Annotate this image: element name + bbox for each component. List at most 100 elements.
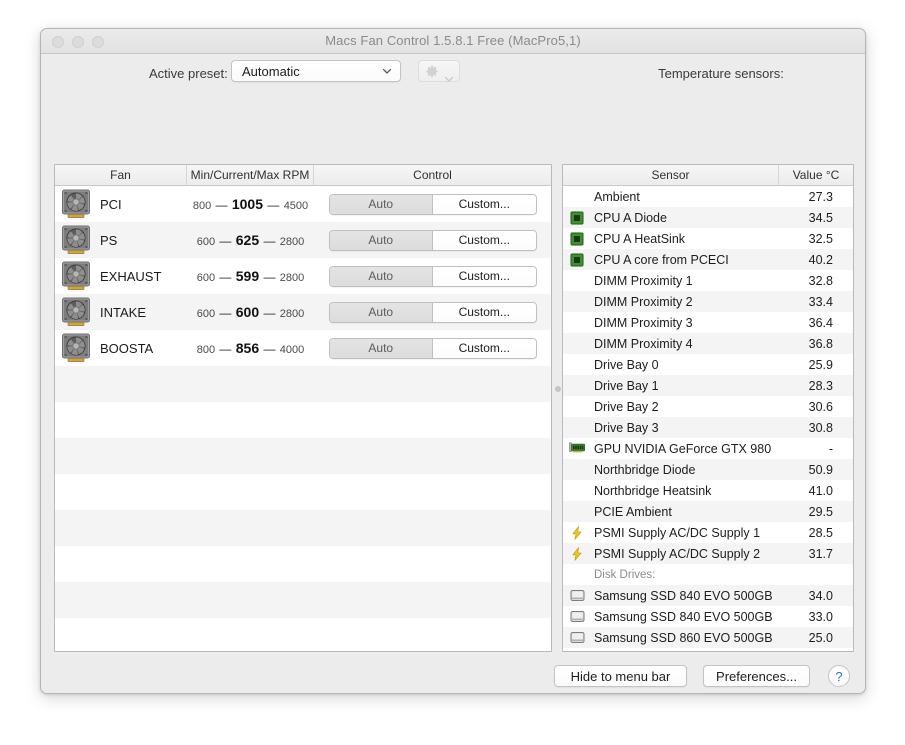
sensor-row[interactable]: Drive Bay 1 28.3 bbox=[563, 375, 853, 396]
sensor-name-cell: Drive Bay 0 bbox=[563, 357, 779, 372]
fan-custom-button[interactable]: Custom... bbox=[433, 302, 536, 322]
sensor-row[interactable]: GPU NVIDIA GeForce GTX 980 - bbox=[563, 438, 853, 459]
sensor-value: 36.4 bbox=[808, 315, 833, 330]
sensor-row[interactable]: DIMM Proximity 3 36.4 bbox=[563, 312, 853, 333]
sensor-value: 30.8 bbox=[808, 420, 833, 435]
fan-max-rpm: 2800 bbox=[279, 236, 305, 248]
active-preset-label: Active preset: bbox=[149, 66, 228, 81]
fan-row[interactable]: PS 600 — 625 — 2800 Auto Custom... bbox=[55, 222, 551, 258]
sensor-name-cell: PSMI Supply AC/DC Supply 1 bbox=[563, 525, 779, 540]
preferences-button[interactable]: Preferences... bbox=[703, 665, 810, 687]
fan-row[interactable]: BOOSTA 800 — 856 — 4000 Auto Custom... bbox=[55, 330, 551, 366]
sensor-row[interactable]: Northbridge Heatsink 41.0 bbox=[563, 480, 853, 501]
sensor-label: CPU A core from PCECI bbox=[594, 252, 729, 267]
sensor-row[interactable]: PSMI Supply AC/DC Supply 1 28.5 bbox=[563, 522, 853, 543]
fan-auto-button[interactable]: Auto bbox=[329, 194, 433, 214]
sensor-name-cell: CPU A Diode bbox=[563, 210, 779, 225]
fan-rpm-cell: 600 — 625 — 2800 bbox=[187, 232, 314, 248]
fan-custom-button[interactable]: Custom... bbox=[433, 230, 536, 250]
sensor-label: DIMM Proximity 2 bbox=[594, 294, 693, 309]
sensor-row[interactable]: Drive Bay 2 30.6 bbox=[563, 396, 853, 417]
sensor-row[interactable]: CPU A HeatSink 32.5 bbox=[563, 228, 853, 249]
sensor-row[interactable]: DIMM Proximity 4 36.8 bbox=[563, 333, 853, 354]
sensor-name-cell: Samsung SSD 860 EVO 500GB bbox=[563, 630, 779, 645]
fan-table: Fan Min/Current/Max RPM Control PCI 800 —… bbox=[54, 164, 552, 652]
fan-max-rpm: 4500 bbox=[283, 200, 309, 212]
panel-splitter[interactable] bbox=[553, 164, 562, 652]
hdd-icon bbox=[568, 651, 586, 652]
fan-auto-button[interactable]: Auto bbox=[329, 302, 433, 322]
fan-auto-button[interactable]: Auto bbox=[329, 230, 433, 250]
fan-row[interactable]: EXHAUST 600 — 599 — 2800 Auto Custom... bbox=[55, 258, 551, 294]
sensor-row[interactable]: Ambient 27.3 bbox=[563, 186, 853, 207]
sensor-value: 30.6 bbox=[808, 399, 833, 414]
fan-custom-button[interactable]: Custom... bbox=[433, 194, 536, 214]
sensor-row[interactable]: PCIE Ambient 29.5 bbox=[563, 501, 853, 522]
fan-min-rpm: 800 bbox=[196, 344, 216, 356]
ssd-icon bbox=[568, 630, 586, 645]
help-button[interactable]: ? bbox=[828, 665, 850, 687]
fan-min-rpm: 600 bbox=[196, 272, 216, 284]
fan-control-cell: Auto Custom... bbox=[314, 193, 551, 215]
sensor-name-cell: Northbridge Heatsink bbox=[563, 483, 779, 498]
fan-auto-button[interactable]: Auto bbox=[329, 338, 433, 358]
sensor-label: Drive Bay 1 bbox=[594, 378, 659, 393]
fan-current-rpm: 625 bbox=[235, 232, 260, 248]
fan-rpm-cell: 600 — 599 — 2800 bbox=[187, 268, 314, 284]
sensor-row[interactable]: PSMI Supply AC/DC Supply 2 31.7 bbox=[563, 543, 853, 564]
sensor-row[interactable]: DIMM Proximity 1 32.8 bbox=[563, 270, 853, 291]
power-bolt-icon bbox=[568, 546, 586, 561]
fan-mode-segmented-control[interactable]: Auto Custom... bbox=[328, 337, 537, 359]
app-window: Macs Fan Control 1.5.8.1 Free (MacPro5,1… bbox=[40, 28, 866, 694]
preset-options-button[interactable] bbox=[418, 60, 460, 82]
fan-mode-segmented-control[interactable]: Auto Custom... bbox=[328, 301, 537, 323]
fan-row[interactable]: INTAKE 600 — 600 — 2800 Auto Custom... bbox=[55, 294, 551, 330]
sensor-row[interactable]: CPU A Diode 34.5 bbox=[563, 207, 853, 228]
hide-to-menu-bar-button[interactable]: Hide to menu bar bbox=[554, 665, 687, 687]
rpm-separator: — bbox=[260, 270, 279, 284]
sensor-row[interactable]: WDC WD1001FALS-00E8B0 36.0 bbox=[563, 648, 853, 652]
fan-icon bbox=[61, 225, 91, 255]
fan-control-cell: Auto Custom... bbox=[314, 337, 551, 359]
fan-column-header-rpm[interactable]: Min/Current/Max RPM bbox=[187, 165, 314, 185]
rpm-separator: — bbox=[216, 306, 235, 320]
sensor-row[interactable]: Samsung SSD 860 EVO 500GB 25.0 bbox=[563, 627, 853, 648]
fan-icon bbox=[61, 189, 91, 219]
sensor-name-cell: Disk Drives: bbox=[563, 567, 779, 582]
sensor-label: Northbridge Diode bbox=[594, 462, 696, 477]
sensor-row[interactable]: Northbridge Diode 50.9 bbox=[563, 459, 853, 480]
fan-row-empty bbox=[55, 402, 551, 438]
fan-custom-button[interactable]: Custom... bbox=[433, 338, 536, 358]
sensor-label: PSMI Supply AC/DC Supply 1 bbox=[594, 525, 761, 540]
sensor-row-list: Ambient 27.3 CPU A Diode 34.5 CPU A HeatSink… bbox=[563, 186, 853, 652]
fan-auto-button[interactable]: Auto bbox=[329, 266, 433, 286]
fan-custom-button[interactable]: Custom... bbox=[433, 266, 536, 286]
fan-max-rpm: 2800 bbox=[279, 308, 305, 320]
sensor-row[interactable]: Drive Bay 0 25.9 bbox=[563, 354, 853, 375]
sensor-table: Sensor Value °C Ambient 27.3 CPU A Diode 34… bbox=[562, 164, 854, 652]
title-bar: Macs Fan Control 1.5.8.1 Free (MacPro5,1… bbox=[41, 29, 865, 54]
sensor-column-header-sensor[interactable]: Sensor bbox=[563, 165, 779, 185]
fan-mode-segmented-control[interactable]: Auto Custom... bbox=[328, 265, 537, 287]
window-title: Macs Fan Control 1.5.8.1 Free (MacPro5,1… bbox=[325, 33, 581, 48]
sensor-name-cell: DIMM Proximity 4 bbox=[563, 336, 779, 351]
active-preset-select[interactable]: Automatic bbox=[231, 60, 401, 82]
sensor-row[interactable]: Samsung SSD 840 EVO 500GB 33.0 bbox=[563, 606, 853, 627]
fan-column-header-fan[interactable]: Fan bbox=[55, 165, 187, 185]
sensor-row[interactable]: Drive Bay 3 30.8 bbox=[563, 417, 853, 438]
fan-column-header-control[interactable]: Control bbox=[314, 165, 551, 185]
sensor-value: - bbox=[828, 441, 833, 456]
fan-row[interactable]: PCI 800 — 1005 — 4500 Auto Custom... bbox=[55, 186, 551, 222]
sensor-row[interactable]: Samsung SSD 840 EVO 500GB 34.0 bbox=[563, 585, 853, 606]
fan-min-rpm: 600 bbox=[196, 308, 216, 320]
fan-name-cell: INTAKE bbox=[55, 297, 187, 327]
sensor-column-header-value[interactable]: Value °C bbox=[779, 165, 853, 185]
fan-mode-segmented-control[interactable]: Auto Custom... bbox=[328, 229, 537, 251]
sensor-no-icon bbox=[568, 483, 586, 498]
sensor-row[interactable]: DIMM Proximity 2 33.4 bbox=[563, 291, 853, 312]
sensor-value: 28.5 bbox=[808, 525, 833, 540]
sensor-row[interactable]: CPU A core from PCECI 40.2 bbox=[563, 249, 853, 270]
fan-control-cell: Auto Custom... bbox=[314, 265, 551, 287]
fan-mode-segmented-control[interactable]: Auto Custom... bbox=[328, 193, 537, 215]
sensor-value: 32.5 bbox=[808, 231, 833, 246]
